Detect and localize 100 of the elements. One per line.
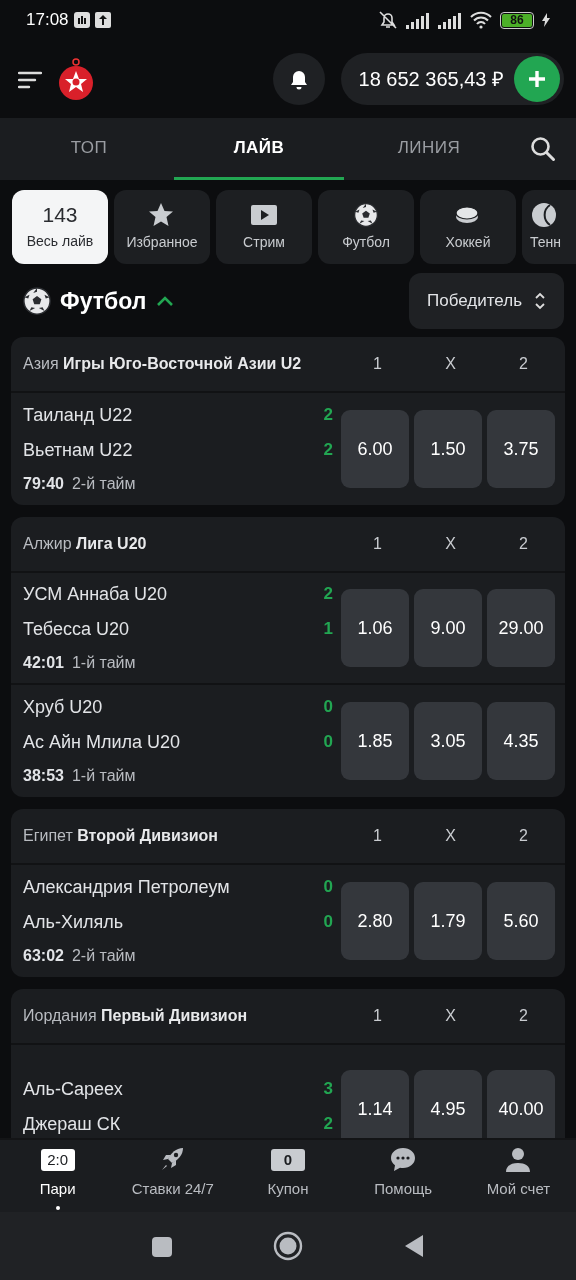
team-name: Вьетнам U22 — [23, 439, 133, 462]
chip-label: Весь лайв — [26, 231, 94, 251]
muted-bell-icon — [378, 10, 398, 30]
column-header: X — [444, 826, 457, 846]
column-header: 1 — [372, 354, 383, 374]
nav-item[interactable]: Помощь — [345, 1140, 461, 1212]
clock-text: 17:08 — [26, 9, 69, 32]
back-button[interactable] — [403, 1233, 425, 1259]
square-icon — [151, 1235, 173, 1258]
match-period: 2-й тайм — [71, 946, 136, 966]
filter-chip[interactable]: Тенн — [522, 190, 576, 264]
score-text: 0 — [323, 731, 334, 753]
filter-chip[interactable]: Футбол — [318, 190, 414, 264]
logo-icon — [58, 57, 94, 101]
match-period: 2-й тайм — [71, 474, 136, 494]
odds-button[interactable]: 1.79 — [414, 882, 482, 960]
charging-icon — [542, 13, 550, 27]
recents-button[interactable] — [151, 1234, 173, 1258]
match-clock: 42:01 — [23, 653, 64, 673]
nav-item[interactable]: 0 Купон — [230, 1140, 346, 1212]
wifi-icon — [470, 11, 492, 29]
match-clock: 79:40 — [23, 474, 64, 494]
balance-text: 18 652 365,43 ₽ — [358, 67, 504, 92]
signal-icon — [438, 11, 462, 29]
nav-item[interactable]: 2:0 Пари — [0, 1140, 116, 1212]
score-text: 2 — [323, 583, 334, 605]
odds-button[interactable]: 1.50 — [414, 410, 482, 488]
filter-chip[interactable]: 143 Весь лайв — [12, 190, 108, 264]
odds-button[interactable]: 1.85 — [341, 702, 409, 780]
team-name: Таиланд U22 — [23, 404, 133, 427]
score-text: 1 — [323, 618, 334, 640]
match-clock: 63:02 — [23, 946, 64, 966]
odds-button[interactable]: 2.80 — [341, 882, 409, 960]
sort-icon — [534, 291, 546, 311]
column-header: X — [444, 354, 457, 374]
circle-icon — [273, 1231, 303, 1261]
chat-icon — [389, 1146, 418, 1174]
league-title: Иордания Первый Дивизион — [23, 1006, 249, 1026]
selected-dot — [55, 1206, 60, 1210]
filter-chip[interactable]: Стрим — [216, 190, 312, 264]
chip-label: Футбол — [342, 232, 390, 252]
odds-button[interactable]: 4.95 — [414, 1070, 482, 1138]
odds-button[interactable]: 1.06 — [341, 589, 409, 667]
match-clock: 38:53 — [23, 766, 64, 786]
tab[interactable]: ЛАЙВ — [174, 118, 344, 180]
column-header: 1 — [372, 826, 383, 846]
person-icon — [504, 1146, 533, 1174]
column-header: 2 — [518, 826, 529, 846]
odds-button[interactable]: 5.60 — [487, 882, 555, 960]
live-count: 143 — [42, 202, 78, 227]
column-header: 1 — [372, 1006, 383, 1026]
battery-text: 86 — [510, 12, 524, 29]
odds-button[interactable]: 6.00 — [341, 410, 409, 488]
team-name: Александрия Петролеум — [23, 876, 230, 899]
soccer-ball-icon — [352, 201, 380, 228]
filter-chip[interactable]: Избранное — [114, 190, 210, 264]
chip-label: Тенн — [530, 232, 561, 252]
nav-item[interactable]: Мой счет — [460, 1140, 576, 1212]
league-title: Алжир Лига U20 — [23, 534, 148, 554]
tab[interactable]: ТОП — [4, 118, 174, 180]
odds-button[interactable]: 1.14 — [341, 1070, 409, 1138]
team-name: Тебесса U20 — [23, 618, 129, 641]
score-text: 3 — [323, 1078, 334, 1100]
upload-icon — [94, 12, 111, 28]
section-title: Футбол — [60, 286, 147, 316]
chevron-up-icon[interactable] — [156, 295, 175, 307]
match-period: 1-й тайм — [71, 653, 136, 673]
score-text: 0 — [323, 696, 334, 718]
odds-button[interactable]: 40.00 — [487, 1070, 555, 1138]
column-header: X — [444, 534, 457, 554]
coupon-badge: 0 — [271, 1149, 305, 1171]
app-icon — [72, 11, 91, 29]
score-badge: 2:0 — [40, 1149, 75, 1171]
soccer-ball-icon — [22, 286, 52, 316]
odds-button[interactable]: 4.35 — [487, 702, 555, 780]
market-dropdown[interactable]: Победитель — [409, 273, 564, 329]
odds-button[interactable]: 9.00 — [414, 589, 482, 667]
column-header: 2 — [518, 534, 529, 554]
team-name: Джераш СК — [23, 1113, 121, 1136]
home-button[interactable] — [273, 1231, 303, 1261]
nav-item[interactable]: Ставки 24/7 — [115, 1140, 231, 1212]
column-header: X — [444, 1006, 457, 1026]
deposit-button[interactable] — [514, 56, 560, 102]
star-icon — [148, 201, 176, 228]
odds-button[interactable]: 29.00 — [487, 589, 555, 667]
odds-button[interactable]: 3.75 — [487, 410, 555, 488]
odds-button[interactable]: 3.05 — [414, 702, 482, 780]
team-name: Ас Айн Млила U20 — [23, 731, 181, 754]
column-header: 1 — [372, 534, 383, 554]
chip-label: Избранное — [126, 232, 198, 252]
search-icon — [530, 136, 556, 162]
chip-label: Стрим — [243, 232, 285, 252]
tab[interactable]: ЛИНИЯ — [344, 118, 514, 180]
score-text: 2 — [323, 404, 334, 426]
team-name: Аль-Хиляль — [23, 911, 124, 934]
back-triangle-icon — [403, 1234, 425, 1259]
signal-icon — [406, 11, 430, 29]
score-text: 0 — [323, 876, 334, 898]
filter-chip[interactable]: Хоккей — [420, 190, 516, 264]
team-name: Аль-Сареех — [23, 1078, 123, 1101]
